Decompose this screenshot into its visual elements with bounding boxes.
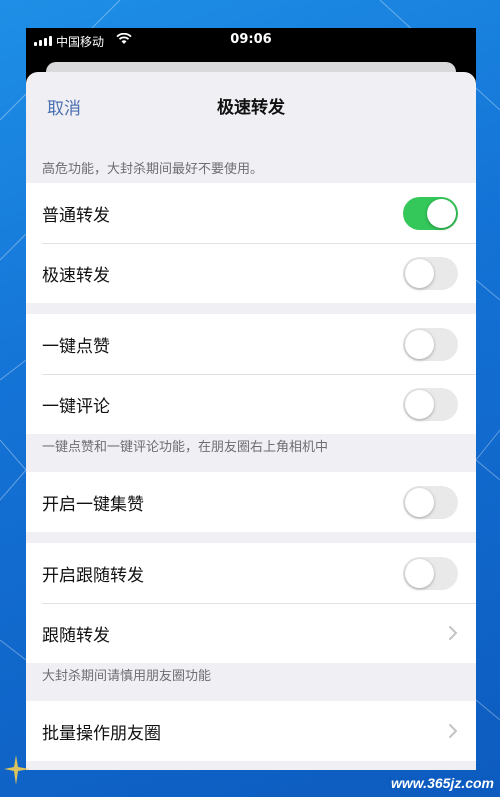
collect-likes-toggle[interactable] [403, 486, 458, 519]
row-batch-moments[interactable]: 批量操作朋友圈 [26, 701, 476, 761]
row-normal-forward: 普通转发 [26, 183, 476, 243]
row-collect-likes: 开启一键集赞 [26, 472, 476, 532]
one-click-comment-toggle[interactable] [403, 388, 458, 421]
row-label: 一键评论 [42, 397, 110, 417]
row-label: 批量操作朋友圈 [42, 724, 161, 744]
normal-forward-toggle[interactable] [403, 197, 458, 230]
nav-bar: 取消 极速转发 [26, 72, 476, 138]
settings-sheet: 取消 极速转发 高危功能，大封杀期间最好不要使用。 普通转发 极速转发 一键点赞… [26, 72, 476, 770]
fast-forward-toggle[interactable] [403, 257, 458, 290]
clock: 09:06 [230, 32, 272, 47]
section4-footer: 大封杀期间请慎用朋友圈功能 [42, 669, 212, 684]
chevron-right-icon [449, 626, 457, 640]
watermark-text: www.365jz.com [391, 775, 494, 791]
one-click-like-toggle[interactable] [403, 328, 458, 361]
section3-group: 开启一键集赞 [26, 472, 476, 532]
page-title: 极速转发 [217, 98, 285, 118]
section1-group: 普通转发 极速转发 [26, 183, 476, 303]
section5-group: 批量操作朋友圈 [26, 701, 476, 761]
sparkle-icon [4, 755, 30, 785]
row-follow-forward[interactable]: 跟随转发 [26, 603, 476, 663]
row-enable-follow-forward: 开启跟随转发 [26, 543, 476, 603]
chevron-right-icon [449, 724, 457, 738]
section2-footer: 一键点赞和一键评论功能，在朋友圈右上角相机中 [42, 440, 329, 455]
section1-header: 高危功能，大封杀期间最好不要使用。 [42, 162, 264, 177]
row-label: 极速转发 [42, 266, 110, 286]
row-fast-forward: 极速转发 [26, 243, 476, 303]
status-bar: 中国移动 09:06 [26, 28, 476, 54]
row-one-click-comment: 一键评论 [26, 374, 476, 434]
row-label: 开启跟随转发 [42, 566, 144, 586]
row-label: 开启一键集赞 [42, 495, 144, 515]
section2-group: 一键点赞 一键评论 [26, 314, 476, 434]
row-label: 跟随转发 [42, 626, 110, 646]
row-label: 一键点赞 [42, 337, 110, 357]
section4-group: 开启跟随转发 跟随转发 [26, 543, 476, 663]
follow-forward-toggle[interactable] [403, 557, 458, 590]
row-one-click-like: 一键点赞 [26, 314, 476, 374]
phone-screen: 中国移动 09:06 取消 极速转发 高危功能，大封杀期间最好不要使用。 普通转… [26, 28, 476, 770]
row-label: 普通转发 [42, 206, 110, 226]
